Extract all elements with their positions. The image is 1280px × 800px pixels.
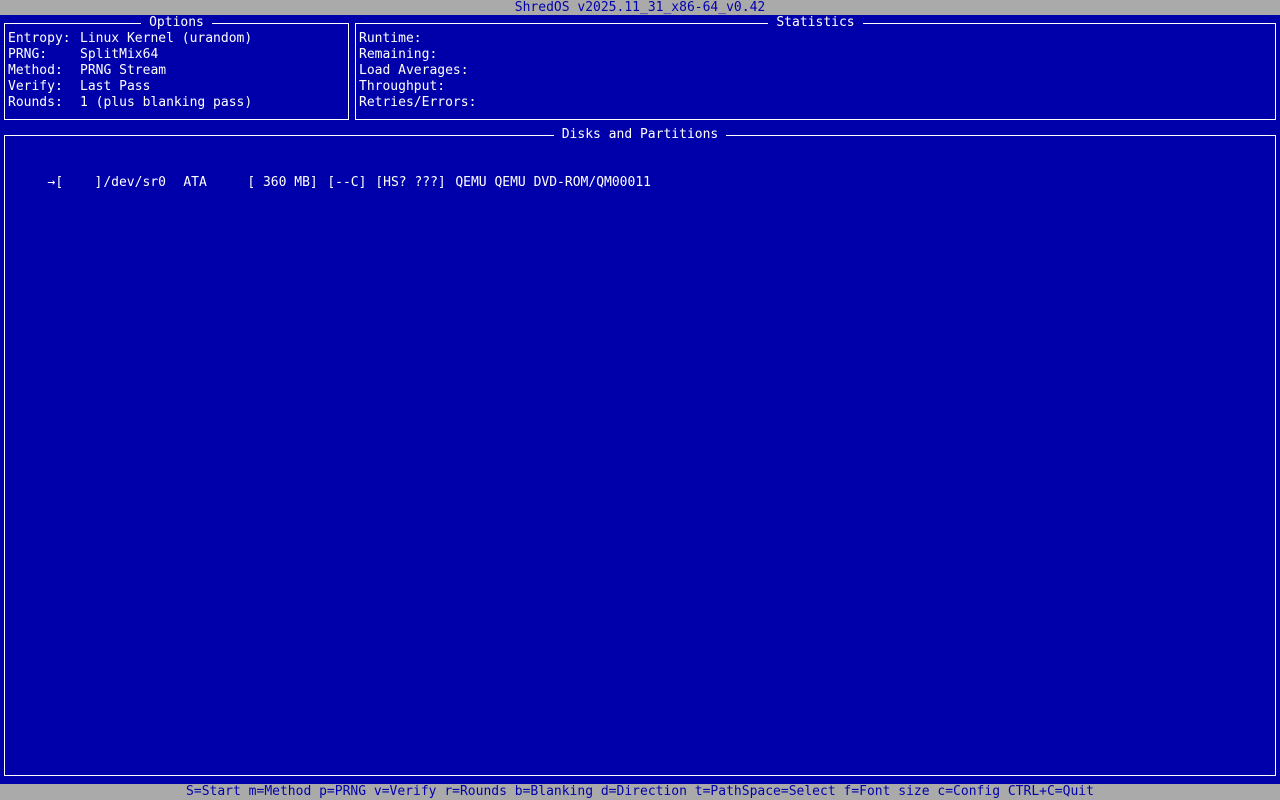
disk-model: QEMU QEMU DVD-ROM/QM00011	[455, 175, 651, 190]
stat-throughput: Throughput:	[359, 79, 476, 95]
statistics-list: Runtime: Remaining: Load Averages: Throu…	[359, 31, 476, 111]
disk-select-checkbox[interactable]: [ ]	[55, 175, 103, 191]
option-verify: Verify: Last Pass	[8, 79, 252, 95]
disk-flags: [--C]	[327, 175, 367, 190]
option-prng: PRNG: SplitMix64	[8, 47, 252, 63]
option-value: SplitMix64	[80, 47, 159, 62]
option-value: PRNG Stream	[80, 63, 167, 78]
options-list: Entropy: Linux Kernel (urandom) PRNG: Spli…	[8, 31, 252, 111]
statistics-panel-title: Statistics	[768, 15, 863, 30]
disk-list-item[interactable]: →[ ]/dev/sr0 ATA [ 360 MB] [--C] [HS? ???] QE…	[16, 159, 651, 207]
disk-bus: ATA	[183, 175, 207, 190]
option-rounds: Rounds: 1 (plus blanking pass)	[8, 95, 252, 111]
stat-label: Runtime:	[359, 31, 422, 46]
options-panel: Options Entropy: Linux Kernel (urandom) P…	[4, 15, 349, 120]
shortcut-bar: S=Start m=Method p=PRNG v=Verify r=Round…	[0, 784, 1280, 800]
options-panel-title-wrap: Options	[5, 15, 348, 31]
cursor-arrow-icon: →	[47, 175, 56, 190]
stat-retries-errors: Retries/Errors:	[359, 95, 476, 111]
option-label: Entropy:	[8, 31, 71, 46]
disk-size: [ 360 MB]	[247, 175, 318, 190]
option-label: Verify:	[8, 79, 63, 94]
window-title: ShredOS v2025.11_31_x86-64_v0.42	[0, 0, 1280, 15]
option-value: 1 (plus blanking pass)	[80, 95, 253, 110]
stat-label: Throughput:	[359, 79, 446, 94]
option-value: Last Pass	[80, 79, 151, 94]
option-method: Method: PRNG Stream	[8, 63, 252, 79]
option-value: Linux Kernel (urandom)	[80, 31, 253, 46]
stat-load-averages: Load Averages:	[359, 63, 476, 79]
option-label: Rounds:	[8, 95, 63, 110]
disks-panel-title-wrap: Disks and Partitions	[5, 127, 1275, 143]
disks-panel: Disks and Partitions →[ ]/dev/sr0 ATA [ 36…	[4, 127, 1276, 776]
stat-remaining: Remaining:	[359, 47, 476, 63]
statistics-panel: Statistics Runtime: Remaining: Load Aver…	[355, 15, 1276, 120]
stat-runtime: Runtime:	[359, 31, 476, 47]
options-panel-title: Options	[141, 15, 212, 30]
disk-device: /dev/sr0	[103, 175, 166, 190]
option-label: PRNG:	[8, 47, 48, 62]
option-entropy: Entropy: Linux Kernel (urandom)	[8, 31, 252, 47]
stat-label: Remaining:	[359, 47, 438, 62]
disk-hs-status: [HS? ???]	[375, 175, 446, 190]
disks-panel-title: Disks and Partitions	[553, 127, 727, 142]
stat-label: Load Averages:	[359, 63, 469, 78]
stat-label: Retries/Errors:	[359, 95, 477, 110]
option-label: Method:	[8, 63, 63, 78]
statistics-panel-title-wrap: Statistics	[356, 15, 1275, 31]
